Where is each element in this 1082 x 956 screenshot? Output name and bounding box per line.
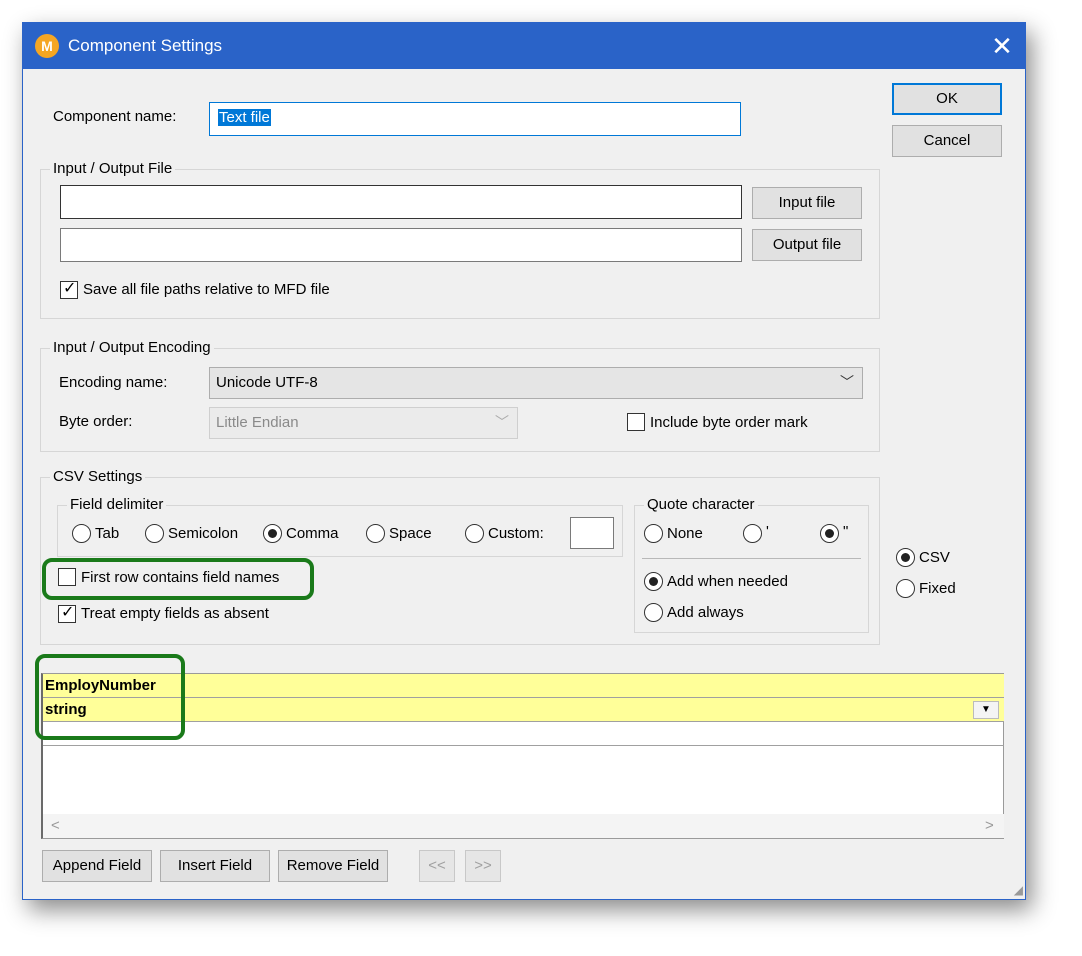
component-name-label: Component name: <box>53 108 177 125</box>
format-fixed-label: Fixed <box>919 580 956 597</box>
horizontal-scrollbar[interactable]: < > <box>43 814 1004 838</box>
byte-order-select[interactable]: Little Endian ﹀ <box>209 407 518 439</box>
byte-order-value: Little Endian <box>216 414 299 431</box>
output-file-button[interactable]: Output file <box>752 229 862 261</box>
delimiter-tab-radio[interactable] <box>72 524 91 543</box>
quote-none-radio[interactable] <box>644 524 663 543</box>
encoding-name-value: Unicode UTF-8 <box>216 374 318 391</box>
scroll-right-icon[interactable]: > <box>985 817 994 834</box>
byte-order-label: Byte order: <box>59 413 133 430</box>
output-file-path-field[interactable] <box>60 228 742 262</box>
field-name-cell[interactable]: EmployNumber <box>43 674 1004 698</box>
input-file-path-field[interactable] <box>60 185 742 219</box>
quote-divider <box>642 558 861 559</box>
bom-checkbox[interactable] <box>627 413 645 431</box>
delimiter-semicolon-label: Semicolon <box>168 525 239 542</box>
encoding-name-label: Encoding name: <box>59 374 168 391</box>
csv-settings-group-title: CSV Settings <box>50 468 146 485</box>
close-icon[interactable]: ✕ <box>985 29 1019 63</box>
delimiter-custom-label: Custom: <box>488 525 544 542</box>
io-file-group-title: Input / Output File <box>50 160 176 177</box>
field-delimiter-title: Field delimiter <box>67 496 167 513</box>
quote-character-title: Quote character <box>644 496 758 513</box>
previous-button[interactable]: << <box>419 850 455 882</box>
treat-empty-label: Treat empty fields as absent <box>81 605 269 622</box>
app-icon: M <box>35 34 59 58</box>
encoding-group-title: Input / Output Encoding <box>50 339 214 356</box>
next-button[interactable]: >> <box>465 850 501 882</box>
bom-label: Include byte order mark <box>650 414 808 431</box>
insert-field-button[interactable]: Insert Field <box>160 850 270 882</box>
remove-field-button[interactable]: Remove Field <box>278 850 388 882</box>
window-title: Component Settings <box>68 36 223 55</box>
ok-button[interactable]: OK <box>892 83 1002 115</box>
custom-delimiter-input[interactable] <box>570 517 614 549</box>
add-when-needed-radio[interactable] <box>644 572 663 591</box>
quote-double-radio[interactable] <box>820 524 839 543</box>
input-file-button[interactable]: Input file <box>752 187 862 219</box>
scroll-left-icon[interactable]: < <box>51 817 60 834</box>
chevron-down-icon: ﹀ <box>495 414 509 430</box>
format-csv-label: CSV <box>919 549 950 566</box>
first-row-highlight <box>42 558 314 600</box>
add-always-label: Add always <box>667 604 744 621</box>
dropdown-arrow-icon[interactable]: ▼ <box>973 701 999 719</box>
resize-grip-icon[interactable]: ◢ <box>1014 883 1023 897</box>
add-when-needed-label: Add when needed <box>667 573 788 590</box>
encoding-name-select[interactable]: Unicode UTF-8 ﹀ <box>209 367 863 399</box>
delimiter-custom-radio[interactable] <box>465 524 484 543</box>
save-relative-checkbox[interactable]: ✓ <box>60 280 78 299</box>
component-name-input[interactable]: Text file <box>209 102 741 136</box>
delimiter-semicolon-radio[interactable] <box>145 524 164 543</box>
add-always-radio[interactable] <box>644 603 663 622</box>
delimiter-space-radio[interactable] <box>366 524 385 543</box>
title-bar[interactable]: M Component Settings ✕ <box>23 23 1025 69</box>
quote-none-label: None <box>667 525 703 542</box>
quote-single-label: ' <box>766 523 769 540</box>
grid-empty-row <box>43 722 1004 746</box>
format-fixed-radio[interactable] <box>896 579 915 598</box>
checkmark-icon: ✓ <box>63 280 77 297</box>
quote-single-radio[interactable] <box>743 524 762 543</box>
component-settings-dialog: M Component Settings ✕ OK Cancel Compone… <box>22 22 1026 900</box>
field-grid-highlight <box>35 654 185 740</box>
delimiter-comma-radio[interactable] <box>263 524 282 543</box>
chevron-down-icon: ﹀ <box>840 374 854 390</box>
format-csv-radio[interactable] <box>896 548 915 567</box>
save-relative-label: Save all file paths relative to MFD file <box>83 281 330 298</box>
treat-empty-checkbox[interactable]: ✓ <box>58 604 76 623</box>
delimiter-tab-label: Tab <box>95 525 120 542</box>
cancel-button[interactable]: Cancel <box>892 125 1002 157</box>
component-name-value: Text file <box>218 109 271 126</box>
field-grid[interactable]: EmployNumber string ▼ < > <box>41 673 1004 839</box>
delimiter-comma-label: Comma <box>286 525 339 542</box>
delimiter-space-label: Space <box>389 525 432 542</box>
quote-double-label: " <box>843 523 849 540</box>
append-field-button[interactable]: Append Field <box>42 850 152 882</box>
checkmark-icon: ✓ <box>61 604 75 621</box>
field-type-cell[interactable]: string ▼ <box>43 698 1004 722</box>
